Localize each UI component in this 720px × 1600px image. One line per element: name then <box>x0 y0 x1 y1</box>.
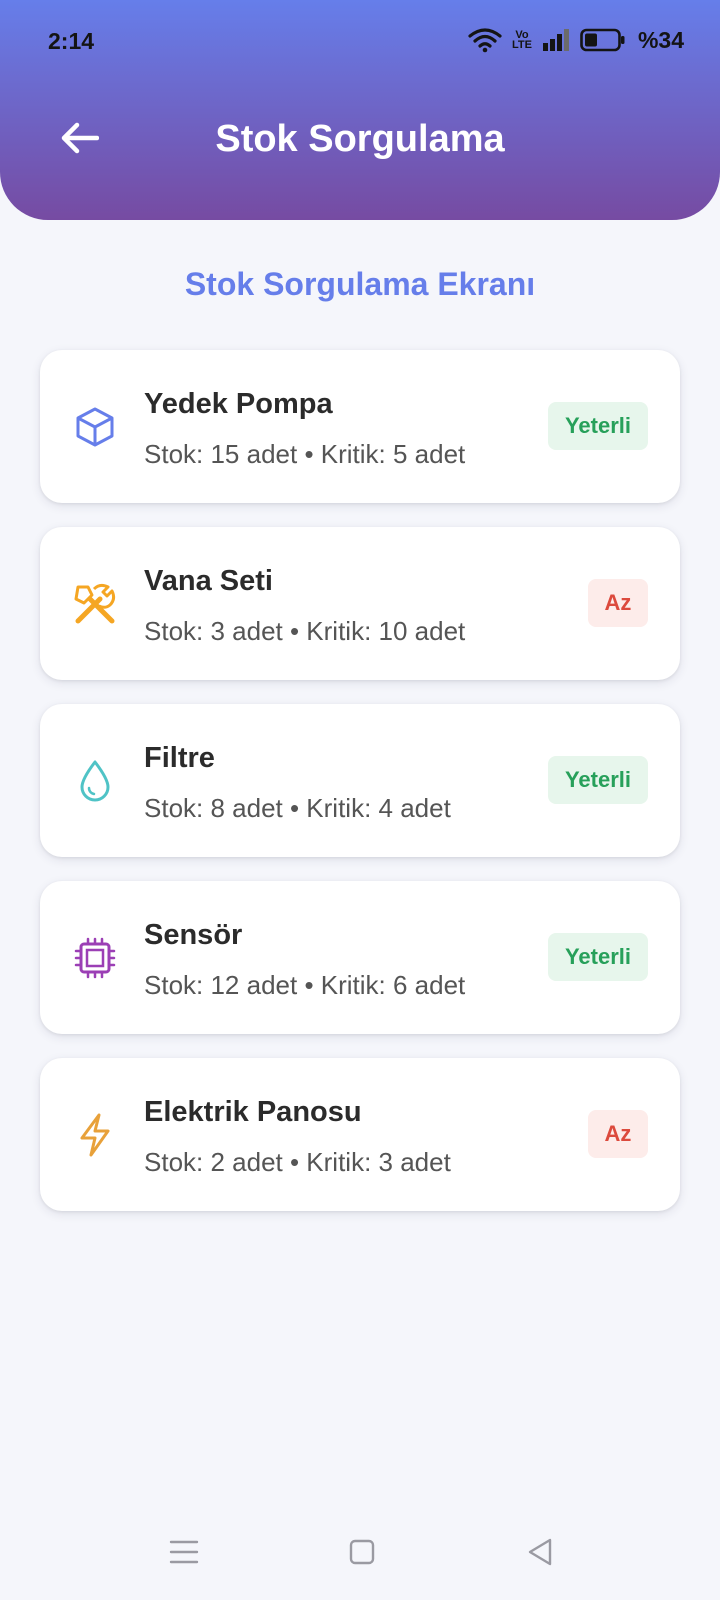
home-nav-button[interactable] <box>342 1534 382 1574</box>
item-stock-detail: Stok: 8 adet • Kritik: 4 adet <box>144 793 451 823</box>
system-nav-bar <box>0 1520 720 1600</box>
battery-percent: %34 <box>637 26 684 53</box>
item-name: Sensör <box>144 919 243 951</box>
item-stock-detail: Stok: 15 adet • Kritik: 5 adet <box>144 439 466 469</box>
menu-icon <box>169 1539 199 1570</box>
item-name: Vana Seti <box>144 565 273 597</box>
water-drop-icon <box>70 756 120 806</box>
status-time: 2:14 <box>48 28 95 54</box>
lightning-icon <box>70 1110 120 1160</box>
status-bar: 2:14 Vo LTE %34 <box>0 0 720 84</box>
item-name: Yedek Pompa <box>144 388 333 420</box>
chip-icon <box>70 933 120 983</box>
status-badge: Yeterli <box>548 402 648 450</box>
item-stock-detail: Stok: 12 adet • Kritik: 6 adet <box>144 970 466 1000</box>
app-header: 2:14 Vo LTE %34 Stok Sorgulama <box>0 0 720 220</box>
stock-list: Yedek Pompa Stok: 15 adet • Kritik: 5 ad… <box>40 350 680 1235</box>
item-stock-detail: Stok: 2 adet • Kritik: 3 adet <box>144 1147 451 1177</box>
status-badge: Az <box>588 579 648 627</box>
volte-icon: Vo LTE <box>511 30 532 51</box>
status-badge: Yeterli <box>548 756 648 804</box>
lte-label: LTE <box>511 39 532 51</box>
list-item[interactable]: Sensör Stok: 12 adet • Kritik: 6 adet Ye… <box>40 881 680 1034</box>
item-name: Elektrik Panosu <box>144 1096 362 1128</box>
item-stock-detail: Stok: 3 adet • Kritik: 10 adet <box>144 616 466 646</box>
list-item[interactable]: Filtre Stok: 8 adet • Kritik: 4 adet Yet… <box>40 704 680 857</box>
status-icons: Vo LTE %34 <box>468 24 684 56</box>
page-title: Stok Sorgulama <box>215 118 505 160</box>
list-item[interactable]: Elektrik Panosu Stok: 2 adet • Kritik: 3… <box>40 1058 680 1211</box>
triangle-back-icon <box>526 1537 554 1572</box>
item-name: Filtre <box>144 742 215 774</box>
status-badge: Yeterli <box>548 933 648 981</box>
menu-nav-button[interactable] <box>164 1534 204 1574</box>
status-badge: Az <box>588 1110 648 1158</box>
battery-icon <box>580 28 626 52</box>
wifi-icon <box>468 27 502 53</box>
signal-icon <box>542 28 570 52</box>
square-icon <box>348 1538 376 1571</box>
box-icon <box>70 402 120 452</box>
list-item[interactable]: Yedek Pompa Stok: 15 adet • Kritik: 5 ad… <box>40 350 680 503</box>
tools-icon <box>70 579 120 629</box>
list-item[interactable]: Vana Seti Stok: 3 adet • Kritik: 10 adet… <box>40 527 680 680</box>
back-nav-button[interactable] <box>520 1534 560 1574</box>
screen-subtitle: Stok Sorgulama Ekranı <box>184 266 536 302</box>
